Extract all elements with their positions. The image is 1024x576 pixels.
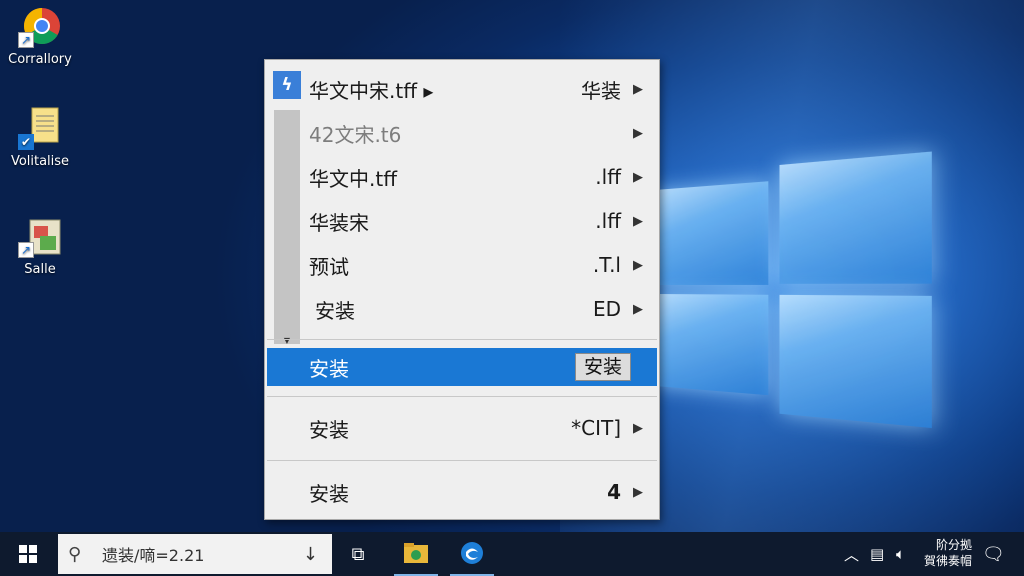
menu-item-shortcut: .lff	[595, 165, 621, 189]
desktop-icon-label: Corrallory	[8, 52, 72, 67]
menu-item-label: 华文中宋.tff ▸	[309, 78, 434, 103]
menu-item-1[interactable]: 华文中宋.tff ▸ 华装 ▶	[267, 69, 657, 109]
menu-item-5[interactable]: 预试 .T.l ▶	[267, 245, 657, 285]
menu-item-label: 华文中.tff	[309, 166, 397, 191]
chrome-icon: ↗	[18, 4, 62, 48]
menu-item-key-box: 安装	[574, 353, 631, 381]
edge-browser-icon	[461, 542, 483, 564]
menu-item-2[interactable]: 42文宋.t6 ▶	[267, 113, 657, 153]
submenu-arrow-icon: ▶	[633, 420, 643, 436]
menu-item-shortcut: *CIT]	[571, 416, 621, 440]
menu-item-label: 安装	[309, 481, 349, 506]
menu-item-shortcut: 4	[607, 480, 621, 504]
submenu-arrow-icon: ▶	[633, 301, 643, 317]
notification-icon: 🗨︎	[982, 543, 1005, 565]
network-icon: ▤	[870, 545, 885, 563]
menu-item-label: 安装	[309, 417, 349, 442]
menu-item-shortcut: .lff	[595, 209, 621, 233]
menu-item-4[interactable]: 华装宋 .lff ▶	[267, 201, 657, 241]
chevron-up-icon: ︿	[844, 545, 860, 564]
submenu-arrow-icon: ▶	[633, 257, 643, 273]
menu-item-3[interactable]: 华文中.tff .lff ▶	[267, 157, 657, 197]
file-explorer-icon	[404, 543, 428, 563]
checkbox-badge-icon: ✔	[18, 134, 34, 150]
network-tray-button[interactable]: ▤	[870, 532, 884, 576]
menu-item-label: 预试	[309, 254, 349, 279]
menu-item-8[interactable]: 安装 *CIT] ▶	[267, 408, 657, 448]
clock-line-2: 賀彿奏帽	[923, 554, 972, 568]
desktop-icon-salle[interactable]: ↗ Salle	[0, 214, 80, 277]
start-button[interactable]	[0, 532, 56, 576]
menu-item-label: 42文宋.t6	[309, 122, 402, 147]
submenu-arrow-icon: ▶	[633, 81, 643, 97]
menu-item-label: 安装	[309, 356, 349, 381]
desktop-icon-label: Salle	[24, 262, 56, 277]
desktop-icon-label: Volitalise	[10, 154, 70, 169]
menu-item-label: 安装	[315, 298, 355, 323]
volume-tray-button[interactable]: 🔈︎	[896, 532, 905, 576]
submenu-arrow-icon: ▶	[633, 169, 643, 185]
menu-separator	[267, 460, 657, 461]
desktop-icon-corrallory[interactable]: ↗ Corrallory	[0, 4, 80, 67]
menu-item-shortcut: ED	[592, 297, 621, 321]
menu-separator	[267, 339, 657, 340]
search-icon: ⚲	[68, 543, 82, 565]
taskbar: ⚲ 遗装/嘀=2.21 ↓ ⧉ ︿ ▤ 🔈︎ 阶分拠 賀彿奏帽 🗨︎	[0, 532, 1024, 576]
taskbar-search-box[interactable]: ⚲ 遗装/嘀=2.21 ↓	[58, 534, 332, 574]
taskbar-clock[interactable]: 阶分拠 賀彿奏帽	[924, 537, 972, 569]
download-arrow-icon[interactable]: ↓	[303, 544, 318, 565]
task-view-button[interactable]: ⧉	[336, 532, 380, 576]
submenu-arrow-icon: ▶	[633, 125, 643, 141]
menu-item-shortcut: 华装	[581, 78, 621, 103]
submenu-arrow-icon: ▶	[633, 213, 643, 229]
taskbar-app-explorer[interactable]	[394, 532, 438, 576]
windows-logo-wallpaper	[655, 141, 940, 430]
menu-item-label: 华装宋	[309, 210, 369, 235]
context-menu: ϟ ▼ 华文中宋.tff ▸ 华装 ▶ 42文宋.t6 ▶ 华文中.tff .l…	[264, 59, 660, 520]
show-hidden-icons-button[interactable]: ︿	[844, 532, 859, 576]
shortcut-arrow-icon: ↗	[18, 32, 34, 48]
scroll-down-icon[interactable]: ▼	[274, 336, 300, 345]
volume-icon: 🔈︎	[896, 545, 906, 563]
menu-separator	[267, 396, 657, 397]
menu-item-6[interactable]: 安装 ED ▶	[267, 289, 657, 329]
notepad-file-icon: ✔	[18, 106, 62, 150]
submenu-arrow-icon: ▶	[633, 484, 643, 500]
shortcut-arrow-icon: ↗	[18, 242, 34, 258]
task-view-icon: ⧉	[351, 543, 365, 565]
taskbar-app-edge[interactable]	[450, 532, 494, 576]
menu-item-9[interactable]: 安装 4 ▶	[267, 472, 657, 512]
menu-item-install-highlighted[interactable]: 安装 安装	[267, 348, 657, 386]
windows-start-icon	[19, 545, 37, 563]
menu-item-shortcut: .T.l	[592, 253, 621, 277]
app-package-icon: ↗	[18, 214, 62, 258]
clock-line-1: 阶分拠	[935, 538, 972, 552]
search-text: 遗装/嘀=2.21	[102, 546, 205, 565]
notifications-button[interactable]: 🗨︎	[982, 532, 1005, 576]
desktop-icon-volitalise[interactable]: ✔ Volitalise	[0, 106, 80, 169]
